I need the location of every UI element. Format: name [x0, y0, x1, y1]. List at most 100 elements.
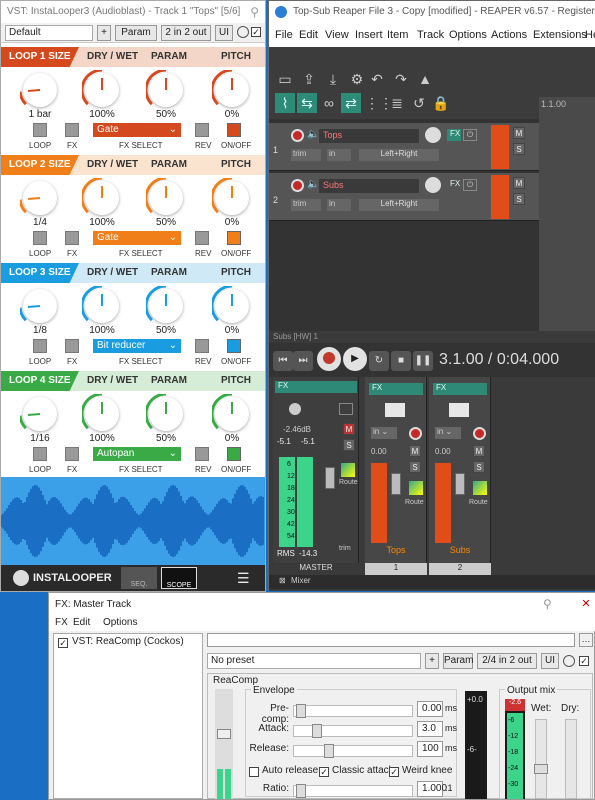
menu-item[interactable]: Track	[417, 29, 444, 41]
dry-slider[interactable]	[565, 719, 577, 799]
fx-pin-icon[interactable]: ⚲	[543, 597, 552, 611]
menu-item[interactable]: He	[585, 29, 595, 41]
wet-knob-icon[interactable]	[237, 26, 249, 38]
scope-button[interactable]: SCOPE	[161, 567, 197, 589]
loop-3-size-knob[interactable]	[20, 289, 57, 323]
grid-icon[interactable]: ⋮⋮	[365, 93, 393, 113]
loop-1-fx-toggle[interactable]	[65, 123, 79, 137]
loop-4-fx-select[interactable]: Autopan ⌄	[93, 447, 181, 461]
speaker-icon[interactable]: 🔈	[307, 179, 319, 190]
master-phase-icon[interactable]	[339, 403, 353, 415]
release-slider[interactable]	[293, 744, 413, 758]
fx-bypass-checkbox[interactable]: ✓	[579, 656, 589, 666]
power-icon[interactable]: ⏻	[463, 179, 477, 191]
loop-2-size-knob[interactable]	[20, 181, 57, 215]
loop-4-param-knob[interactable]	[146, 394, 183, 431]
hamburger-menu-icon[interactable]: ☰	[237, 571, 250, 585]
menu-item[interactable]: Extensions	[533, 29, 587, 41]
master-pan-knob[interactable]	[289, 403, 301, 415]
menu-item[interactable]: Actions	[491, 29, 527, 41]
strip-input-select[interactable]: in ⌄	[435, 427, 461, 439]
settings-icon[interactable]: ⚙	[347, 69, 367, 89]
strip-route-icon[interactable]	[473, 481, 487, 495]
arrange-view[interactable]	[539, 119, 595, 331]
strip-mute-button[interactable]: M	[409, 445, 421, 457]
auto-release-checkbox[interactable]	[249, 767, 259, 777]
repeat-button[interactable]: ↻	[369, 351, 389, 371]
bypass-checkbox[interactable]: ✓	[251, 27, 261, 37]
wet-thumb[interactable]	[534, 764, 548, 774]
track-input-select[interactable]: in	[327, 199, 351, 211]
record-button[interactable]	[317, 347, 341, 371]
go-end-icon[interactable]: ⏭	[293, 351, 313, 371]
menu-item[interactable]: File	[275, 29, 293, 41]
timeline-ruler[interactable]: 1.1.00	[539, 97, 595, 119]
loop-2-dry-knob[interactable]	[82, 178, 119, 215]
strip-mute-button[interactable]: M	[473, 445, 485, 457]
plugin-name-field[interactable]	[207, 633, 575, 647]
go-start-icon[interactable]: ⏮	[273, 351, 293, 371]
open-project-icon[interactable]: ⇪	[299, 69, 319, 89]
stop-button[interactable]: ■	[391, 351, 411, 371]
ratio-slider[interactable]	[293, 784, 413, 798]
power-icon[interactable]: ⏻	[463, 129, 477, 141]
menu-item[interactable]: View	[325, 29, 349, 41]
fx-chain-list[interactable]: ✓ VST: ReaComp (Cockos)	[53, 633, 203, 799]
redo-icon[interactable]: ↷	[391, 69, 411, 89]
seq-button[interactable]: SEQ.	[121, 567, 157, 589]
add-preset-button[interactable]: +	[97, 25, 111, 41]
release-value[interactable]: 100	[417, 741, 443, 757]
loop-3-fx-select[interactable]: Bit reducer ⌄	[93, 339, 181, 353]
loop-2-fx-toggle[interactable]	[65, 231, 79, 245]
track-input-select[interactable]: in	[327, 149, 351, 161]
snap-icon[interactable]: ⇄	[341, 93, 361, 113]
master-route-icon[interactable]	[341, 463, 355, 477]
track-name[interactable]: Tops	[319, 129, 419, 143]
loop-4-fx-toggle[interactable]	[65, 447, 79, 461]
pin-icon[interactable]: ⚲	[250, 5, 259, 19]
loop-3-loop-toggle[interactable]	[33, 339, 47, 353]
undo-icon[interactable]: ↶	[367, 69, 387, 89]
precomp-thumb[interactable]	[296, 704, 306, 718]
loop-4-pitch-knob[interactable]	[212, 394, 249, 431]
track-trim-button[interactable]: trim	[291, 149, 321, 161]
auto-crossfade-icon[interactable]: ↺	[409, 93, 429, 113]
fx-dots-button[interactable]: …	[579, 633, 593, 647]
attack-value[interactable]: 3.0	[417, 721, 443, 737]
strip-record-arm-button[interactable]	[473, 427, 486, 440]
loop-2-fx-select[interactable]: Gate ⌄	[93, 231, 181, 245]
fx-menu-item[interactable]: Options	[103, 617, 137, 628]
fx-ui-button[interactable]: UI	[541, 653, 559, 669]
fx-preset-dropdown[interactable]: No preset	[207, 653, 421, 669]
master-fader[interactable]	[325, 467, 335, 489]
weird-knee-checkbox[interactable]: ✓	[389, 767, 399, 777]
loop-1-rev-toggle[interactable]	[195, 123, 209, 137]
classic-attack-checkbox[interactable]: ✓	[319, 767, 329, 777]
loop-2-rev-toggle[interactable]	[195, 231, 209, 245]
loop-3-param-knob[interactable]	[146, 286, 183, 323]
io-button[interactable]: 2 in 2 out	[161, 25, 211, 41]
plugin-entry[interactable]: VST: ReaComp (Cockos)	[72, 636, 184, 647]
grid-toggle-icon[interactable]: ⌇	[275, 93, 295, 113]
lock-icon[interactable]: 🔒	[431, 93, 451, 113]
loop-1-onoff-toggle[interactable]	[227, 123, 241, 137]
loop-1-param-knob[interactable]	[146, 70, 183, 107]
attack-slider[interactable]	[293, 724, 413, 738]
track-record-arm-button[interactable]	[291, 129, 304, 142]
loop-1-loop-toggle[interactable]	[33, 123, 47, 137]
menu-item[interactable]: Item	[387, 29, 408, 41]
preset-dropdown[interactable]: Default	[5, 25, 93, 41]
speaker-icon[interactable]: 🔈	[307, 129, 319, 140]
loop-1-fx-select[interactable]: Gate ⌄	[93, 123, 181, 137]
metronome-icon[interactable]: ▲	[415, 69, 435, 89]
strip-record-arm-button[interactable]	[409, 427, 422, 440]
ui-button[interactable]: UI	[215, 25, 233, 41]
strip-route-icon[interactable]	[409, 481, 423, 495]
track-route-select[interactable]: Left+Right	[359, 199, 439, 211]
strip-input-select[interactable]: in ⌄	[371, 427, 397, 439]
fx-menu-item[interactable]: Edit	[73, 617, 90, 628]
loop-1-dry-knob[interactable]	[82, 70, 119, 107]
loop-4-onoff-toggle[interactable]	[227, 447, 241, 461]
track-record-arm-button[interactable]	[291, 179, 304, 192]
strip-fader[interactable]	[391, 473, 401, 495]
